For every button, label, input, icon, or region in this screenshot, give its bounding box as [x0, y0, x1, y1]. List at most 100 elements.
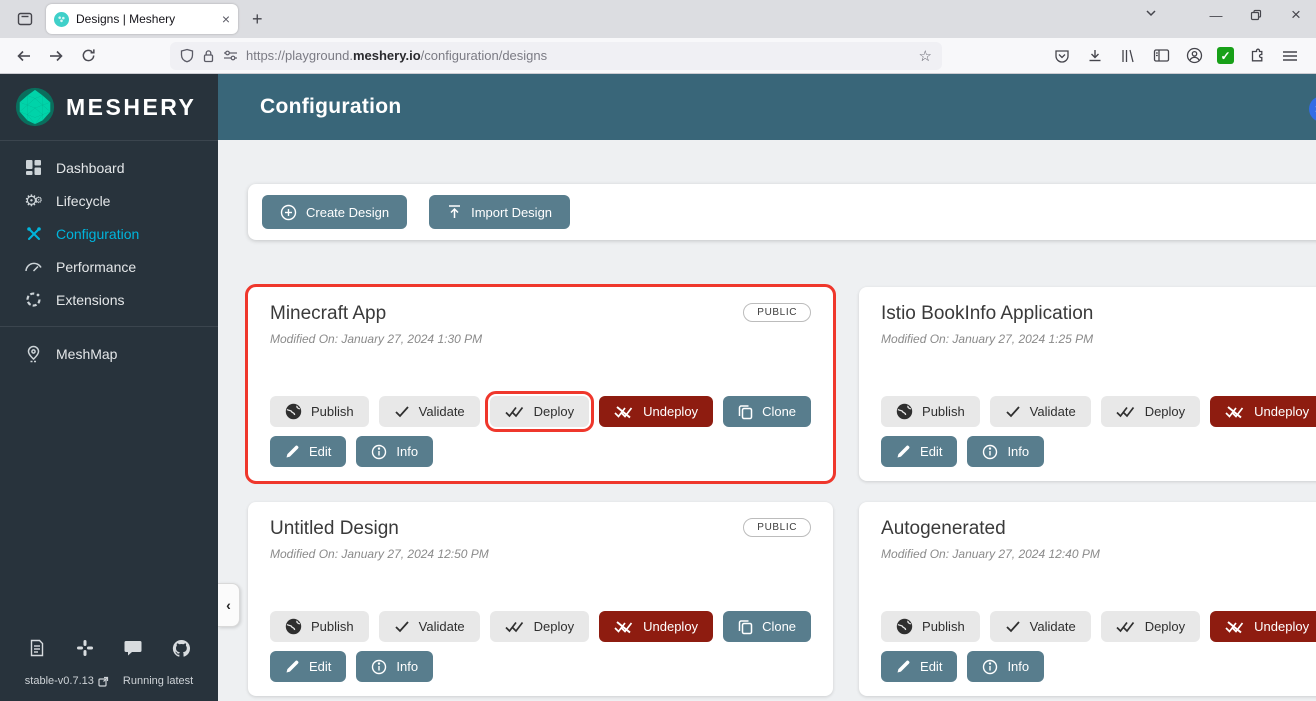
permissions-icon[interactable] [223, 49, 238, 62]
create-design-button[interactable]: Create Design [262, 195, 407, 229]
url-bar[interactable]: https://playground.meshery.io/configurat… [170, 42, 942, 70]
extensions-puzzle-icon[interactable] [1247, 46, 1267, 66]
extension-check-icon[interactable]: ✓ [1217, 47, 1234, 64]
sidebar-item-lifecycle[interactable]: ⚙⚙ Lifecycle [0, 184, 218, 217]
info-icon [982, 659, 998, 675]
library-icon[interactable] [1118, 46, 1138, 66]
account-icon[interactable] [1184, 46, 1204, 66]
browser-nav-bar: https://playground.meshery.io/configurat… [0, 38, 1316, 74]
window-minimize-button[interactable]: — [1196, 0, 1236, 30]
info-button[interactable]: Info [356, 651, 433, 682]
meshmap-pin-icon [24, 344, 43, 363]
deploy-button[interactable]: Deploy [490, 611, 589, 642]
validate-button[interactable]: Validate [990, 611, 1091, 642]
check-icon [394, 405, 410, 418]
clone-button[interactable]: Clone [723, 611, 811, 642]
undeploy-button[interactable]: Undeploy [599, 396, 713, 427]
info-icon [371, 444, 387, 460]
github-icon[interactable] [170, 637, 192, 659]
card-actions: Publish Validate Deploy Undeploy Clone [270, 611, 811, 682]
info-button[interactable]: Info [356, 436, 433, 467]
performance-gauge-icon [24, 257, 43, 276]
publish-button[interactable]: Publish [270, 396, 369, 427]
shield-icon[interactable] [180, 48, 194, 63]
page-title: Configuration [260, 95, 402, 119]
tab-close-icon[interactable]: × [222, 11, 230, 27]
back-button[interactable] [10, 42, 38, 70]
card-actions: Publish Validate Deploy Undeploy Clone [881, 396, 1316, 467]
sidebar-item-configuration[interactable]: Configuration [0, 217, 218, 250]
sidebar-toggle-icon[interactable] [1151, 46, 1171, 66]
new-tab-button[interactable]: + [252, 9, 263, 30]
sidebar-item-dashboard[interactable]: Dashboard [0, 151, 218, 184]
sidebar-item-meshmap[interactable]: MeshMap [0, 337, 218, 370]
menu-hamburger-icon[interactable] [1280, 46, 1300, 66]
info-button[interactable]: Info [967, 436, 1044, 467]
configuration-tools-icon [24, 224, 43, 243]
window-close-button[interactable]: × [1276, 0, 1316, 30]
sidebar-nav: Dashboard ⚙⚙ Lifecycle Configuration Per… [0, 141, 218, 370]
design-card: Autogenerated PUBLIC Modified On: Januar… [859, 502, 1316, 696]
clone-icon [738, 619, 753, 635]
deploy-button[interactable]: Deploy [1101, 611, 1200, 642]
double-check-icon [1116, 405, 1136, 418]
download-icon[interactable] [1085, 46, 1105, 66]
external-link-icon [98, 676, 109, 687]
chat-icon[interactable] [122, 637, 144, 659]
lock-icon[interactable] [202, 49, 215, 63]
kubernetes-context-button[interactable]: 2 [1309, 93, 1316, 121]
tab-list-chevron-icon[interactable] [1144, 6, 1158, 25]
brand-name: MESHERY [66, 94, 196, 121]
double-check-slash-icon [1225, 620, 1245, 634]
validate-button[interactable]: Validate [379, 611, 480, 642]
visibility-badge: PUBLIC [743, 518, 811, 537]
info-icon [371, 659, 387, 675]
design-card: Minecraft App PUBLIC Modified On: Januar… [248, 287, 833, 481]
edit-button[interactable]: Edit [881, 651, 957, 682]
brand[interactable]: MESHERY [0, 74, 218, 140]
publish-button[interactable]: Publish [270, 611, 369, 642]
edit-button[interactable]: Edit [881, 436, 957, 467]
publish-button[interactable]: Publish [881, 611, 980, 642]
window-restore-button[interactable] [1236, 0, 1276, 30]
url-text[interactable]: https://playground.meshery.io/configurat… [246, 48, 911, 63]
undeploy-button[interactable]: Undeploy [1210, 396, 1316, 427]
validate-button[interactable]: Validate [379, 396, 480, 427]
firefox-view-icon[interactable] [12, 6, 38, 32]
modified-timestamp: Modified On: January 27, 2024 12:40 PM [881, 547, 1316, 561]
modified-timestamp: Modified On: January 27, 2024 1:25 PM [881, 332, 1316, 346]
reload-button[interactable] [74, 42, 102, 70]
sidebar-item-extensions[interactable]: Extensions [0, 283, 218, 316]
design-title: Autogenerated [881, 518, 1006, 540]
undeploy-button[interactable]: Undeploy [599, 611, 713, 642]
deploy-button[interactable]: Deploy [490, 396, 589, 427]
clone-button[interactable]: Clone [723, 396, 811, 427]
deploy-button[interactable]: Deploy [1101, 396, 1200, 427]
slack-icon[interactable] [74, 637, 96, 659]
sidebar-collapse-button[interactable]: ‹ [218, 583, 240, 627]
globe-icon [285, 618, 302, 635]
meshery-app: MESHERY Dashboard ⚙⚙ Lifecycle Configura… [0, 74, 1316, 701]
edit-button[interactable]: Edit [270, 651, 346, 682]
bookmark-star-icon[interactable]: ☆ [919, 47, 932, 65]
forward-button[interactable] [42, 42, 70, 70]
doc-icon[interactable] [26, 637, 48, 659]
meshery-favicon [54, 12, 69, 27]
edit-button[interactable]: Edit [270, 436, 346, 467]
pencil-icon [896, 444, 911, 459]
sidebar-item-label: MeshMap [56, 346, 117, 362]
browser-tab[interactable]: Designs | Meshery × [46, 4, 238, 34]
validate-button[interactable]: Validate [990, 396, 1091, 427]
double-check-icon [1116, 620, 1136, 633]
modified-timestamp: Modified On: January 27, 2024 12:50 PM [270, 547, 811, 561]
sidebar-item-label: Configuration [56, 226, 139, 242]
publish-button[interactable]: Publish [881, 396, 980, 427]
sidebar-item-performance[interactable]: Performance [0, 250, 218, 283]
pocket-icon[interactable] [1052, 46, 1072, 66]
info-button[interactable]: Info [967, 651, 1044, 682]
lifecycle-gears-icon: ⚙⚙ [24, 191, 43, 210]
undeploy-button[interactable]: Undeploy [1210, 611, 1316, 642]
import-design-button[interactable]: Import Design [429, 195, 570, 229]
version-label[interactable]: stable-v0.7.13 [25, 675, 109, 687]
double-check-icon [505, 620, 525, 633]
